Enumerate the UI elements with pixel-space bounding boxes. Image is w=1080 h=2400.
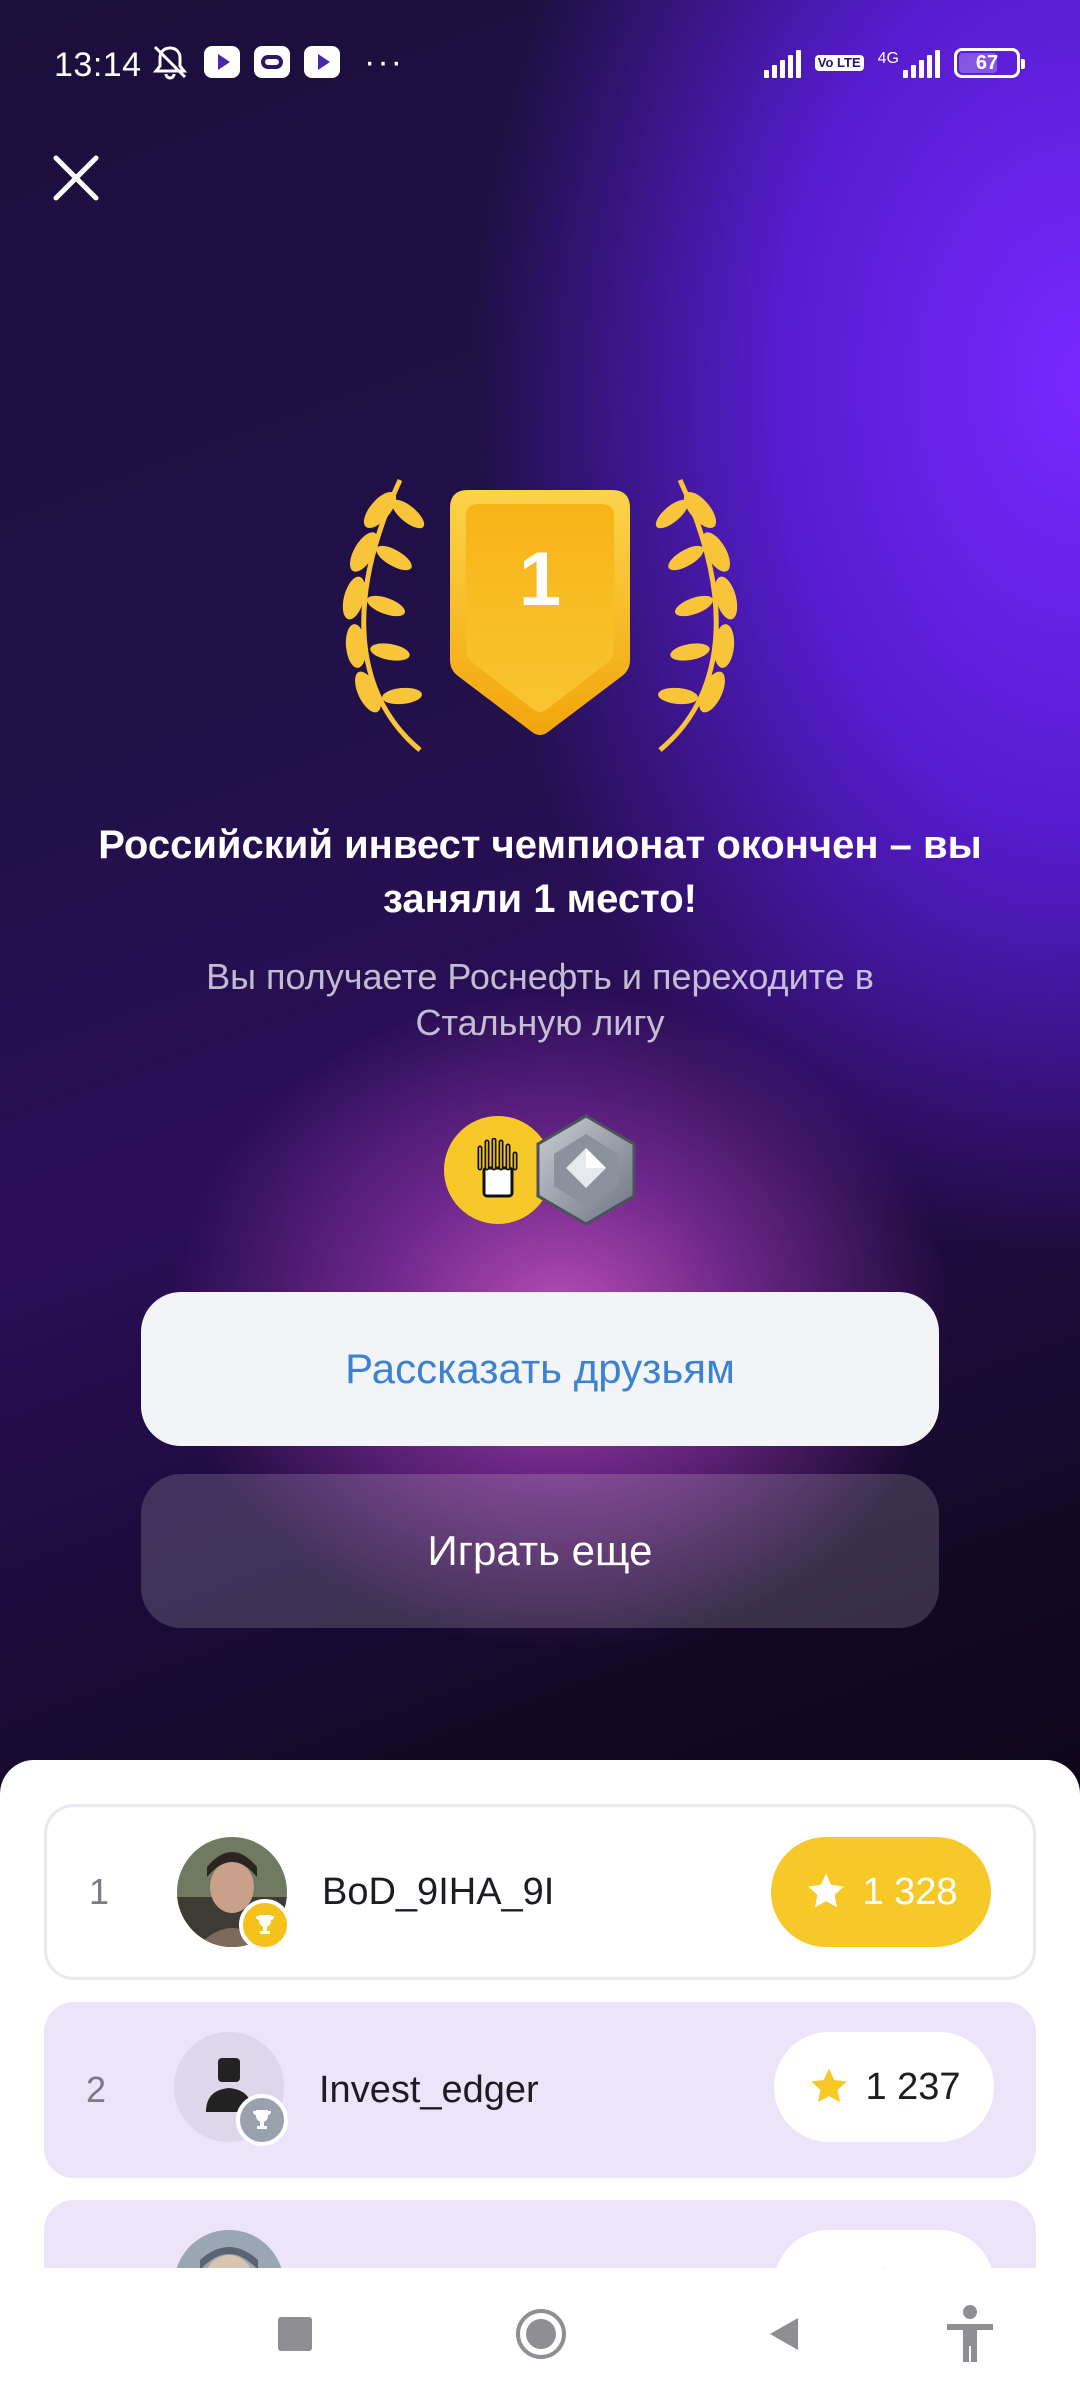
battery-percent: 67 — [975, 51, 999, 74]
star-icon — [811, 2068, 848, 2103]
share-button[interactable]: Рассказать друзьям — [141, 1292, 939, 1446]
status-system-icons: Vo LTE 4G 67 — [763, 48, 1025, 78]
mute-icon — [152, 45, 188, 80]
signal-icon — [763, 48, 801, 78]
score-value: 1 328 — [862, 1870, 958, 1913]
home-circle-icon[interactable] — [506, 2268, 576, 2400]
score-badge: 1 237 — [774, 2032, 994, 2142]
volte-icon: Vo LTE — [814, 55, 864, 71]
system-nav-bar — [0, 2268, 1080, 2400]
screen: 13:14 ··· Vo LTE 4G 67 1 Российский инве… — [0, 0, 1080, 2400]
leaderboard-username: Invest_edger — [319, 2068, 539, 2111]
play-again-button[interactable]: Играть еще — [141, 1474, 939, 1628]
recents-square-icon[interactable] — [262, 2268, 328, 2400]
place-trophy: 1 — [320, 470, 760, 760]
star-icon — [808, 1873, 845, 1908]
back-triangle-icon[interactable] — [756, 2268, 812, 2400]
status-notification-icons: ··· — [150, 44, 404, 80]
leaderboard-row[interactable]: 1 BoD_9IHA_9I 1 328 — [44, 1804, 1036, 1980]
score-value: 1 237 — [865, 2065, 961, 2108]
leaderboard-username: BoD_9IHA_9I — [322, 1870, 555, 1913]
signal-4g-icon: 4G — [878, 48, 940, 78]
youtube-icon — [304, 46, 340, 78]
result-title: Российский инвест чемпионат окончен – вы… — [98, 823, 982, 921]
ring-app-icon — [254, 46, 290, 78]
close-icon[interactable] — [48, 150, 104, 206]
more-dots-icon: ··· — [364, 43, 404, 81]
status-time: 13:14 — [54, 46, 142, 84]
status-bar: 13:14 ··· Vo LTE 4G 67 — [0, 0, 1080, 130]
leaderboard-row[interactable]: 2 Invest_edger 1 237 — [44, 2002, 1036, 2178]
place-number: 1 — [518, 537, 562, 622]
network-type-label: 4G — [877, 50, 899, 67]
trophy-icon — [239, 1899, 291, 1951]
leaderboard-rank: 2 — [86, 2069, 107, 2110]
steel-league-badge-icon — [536, 1114, 636, 1226]
result-subtitle: Вы получаете Роснефть и переходите в Ста… — [206, 956, 874, 1043]
battery-icon: 67 — [954, 48, 1025, 78]
rewards — [440, 1112, 640, 1228]
youtube-icon — [204, 46, 240, 78]
trophy-icon — [236, 2094, 288, 2146]
leaderboard-rank: 1 — [89, 1871, 110, 1912]
score-badge: 1 328 — [771, 1837, 991, 1947]
accessibility-icon[interactable] — [940, 2268, 1000, 2400]
